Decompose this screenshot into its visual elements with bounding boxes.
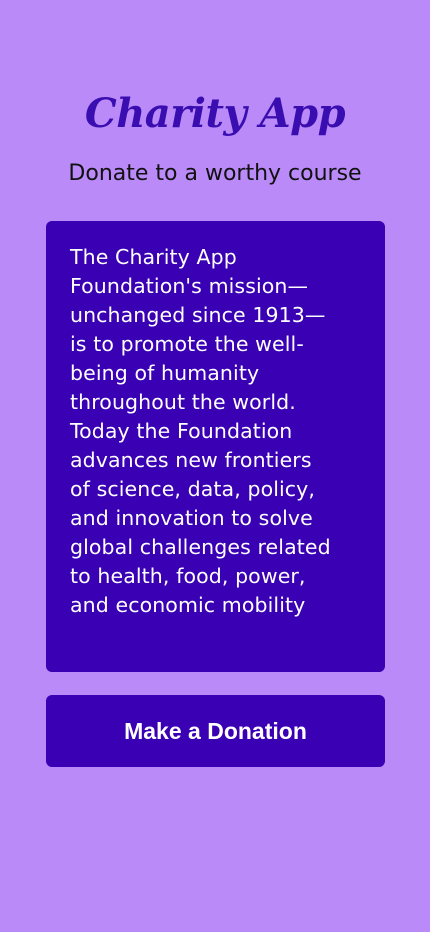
- app-title: Charity App: [84, 90, 346, 137]
- mission-text: The Charity App Foundation's mission— un…: [70, 245, 331, 617]
- app-tagline: Donate to a worthy course: [68, 161, 362, 186]
- mission-card: The Charity App Foundation's mission— un…: [46, 221, 385, 672]
- make-donation-label: Make a Donation: [124, 717, 307, 744]
- make-donation-button[interactable]: Make a Donation: [46, 695, 385, 767]
